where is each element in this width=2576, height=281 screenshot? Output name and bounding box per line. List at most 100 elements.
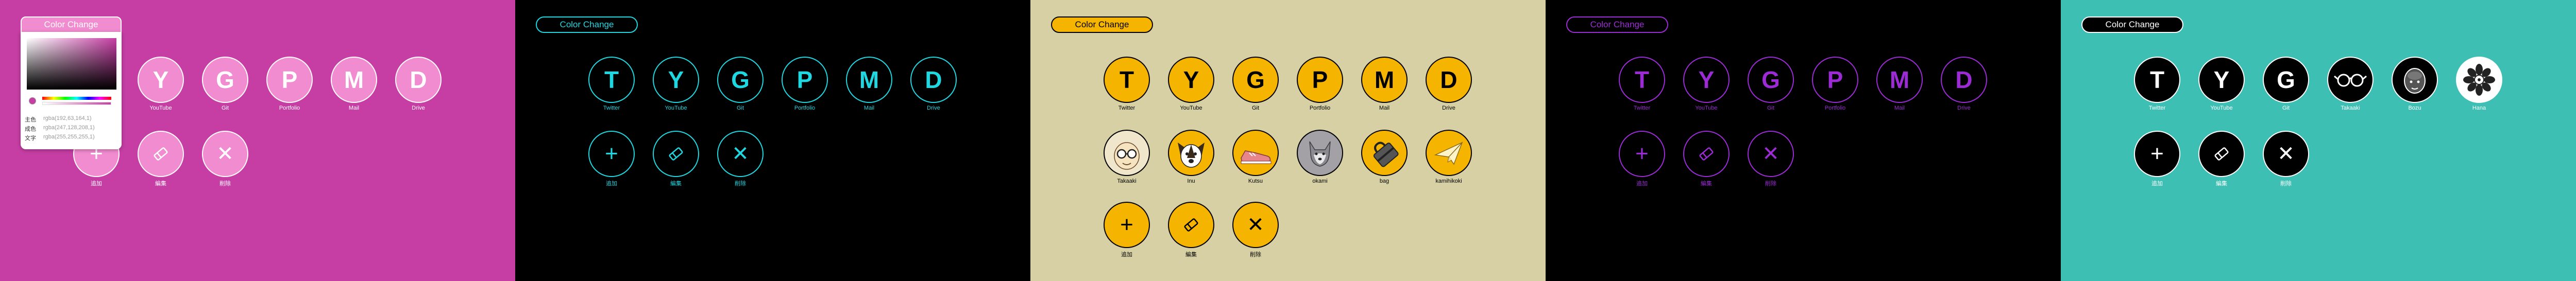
link-tile-twitter[interactable]: T Twitter bbox=[1616, 57, 1668, 111]
plus-icon: + bbox=[588, 131, 635, 177]
tile-label: Drive bbox=[927, 105, 940, 111]
edit-button[interactable]: 編集 bbox=[1165, 202, 1217, 258]
mail-letter-icon: M bbox=[1876, 57, 1923, 103]
delete-button[interactable]: ✕ 削除 bbox=[1230, 202, 1281, 258]
delete-button[interactable]: ✕ 削除 bbox=[1745, 131, 1797, 187]
color-row-text[interactable]: 文字 rgba(255,255,255,1) bbox=[25, 134, 95, 142]
link-tile-takaaki[interactable]: Takaaki bbox=[2325, 57, 2376, 111]
mail-letter-icon: M bbox=[1361, 57, 1408, 103]
link-tile-youtube[interactable]: Y YouTube bbox=[2196, 57, 2247, 111]
tile-label: Takaaki bbox=[2341, 105, 2360, 111]
git-letter-icon: G bbox=[1748, 57, 1794, 103]
color-row-sub[interactable]: 成色 rgba(247,128,208,1) bbox=[25, 125, 95, 133]
delete-button[interactable]: ✕ 削除 bbox=[2260, 131, 2312, 187]
alpha-slider[interactable] bbox=[42, 102, 111, 105]
link-tile-portfolio[interactable]: P Portfolio bbox=[779, 57, 831, 111]
link-tile-mail[interactable]: M Mail bbox=[843, 57, 895, 111]
link-tile-git[interactable]: G Git bbox=[2260, 57, 2312, 111]
link-tile-twitter[interactable]: T Twitter bbox=[2131, 57, 2183, 111]
drive-letter-icon: D bbox=[1941, 57, 1987, 103]
link-tile-twitter[interactable]: T Twitter bbox=[586, 57, 637, 111]
tile-label: Takaaki bbox=[1117, 178, 1137, 184]
edit-button[interactable]: 編集 bbox=[135, 131, 187, 187]
link-tile-git[interactable]: G Git bbox=[199, 57, 251, 111]
link-tile-portfolio[interactable]: P Portfolio bbox=[1809, 57, 1861, 111]
link-tile-inu[interactable]: Inu bbox=[1165, 130, 1217, 184]
add-button[interactable]: + 追加 bbox=[1616, 131, 1668, 187]
saturation-area[interactable] bbox=[27, 38, 116, 90]
tile-label: Git bbox=[2282, 105, 2290, 111]
theme-panel-teal-black: Color Change T Twitter Y YouTube G Git T… bbox=[2061, 0, 2576, 281]
color-change-button[interactable]: Color Change bbox=[1051, 16, 1153, 33]
portfolio-letter-icon: P bbox=[1812, 57, 1858, 103]
edit-button[interactable]: 編集 bbox=[650, 131, 702, 187]
link-tile-portfolio[interactable]: P Portfolio bbox=[264, 57, 315, 111]
tile-label: 追加 bbox=[1121, 252, 1132, 258]
link-tile-youtube[interactable]: Y YouTube bbox=[135, 57, 187, 111]
link-tile-git[interactable]: G Git bbox=[1745, 57, 1797, 111]
tile-label: Twitter bbox=[1633, 105, 1651, 111]
link-tile-hana[interactable]: Hana bbox=[2453, 57, 2505, 111]
color-change-button[interactable]: Color Change bbox=[536, 16, 638, 33]
close-icon: ✕ bbox=[1232, 202, 1279, 248]
add-button[interactable]: + 追加 bbox=[1101, 202, 1153, 258]
color-row-main[interactable]: 主色 rgba(192,63,164,1) bbox=[25, 115, 92, 124]
tile-label: Kutsu bbox=[1248, 178, 1263, 184]
git-letter-icon: G bbox=[2263, 57, 2309, 103]
eraser-icon bbox=[653, 131, 699, 177]
link-tile-mail[interactable]: M Mail bbox=[1359, 57, 1410, 111]
shoe-icon bbox=[1232, 130, 1279, 176]
link-tile-mail[interactable]: M Mail bbox=[1874, 57, 1925, 111]
tile-label: Portfolio bbox=[1309, 105, 1331, 111]
bald-head-icon bbox=[2392, 57, 2438, 103]
color-change-button[interactable]: Color Change bbox=[1566, 16, 1668, 33]
edit-button[interactable]: 編集 bbox=[2196, 131, 2247, 187]
link-tile-twitter[interactable]: T Twitter bbox=[1101, 57, 1153, 111]
mail-letter-icon: M bbox=[846, 57, 892, 103]
color-change-button[interactable]: Color Change bbox=[2081, 16, 2183, 33]
link-tile-portfolio[interactable]: P Portfolio bbox=[1294, 57, 1346, 111]
link-tile-drive[interactable]: D Drive bbox=[908, 57, 959, 111]
add-button[interactable]: + 追加 bbox=[2131, 131, 2183, 187]
eraser-icon bbox=[1683, 131, 1730, 177]
edit-button[interactable]: 編集 bbox=[1681, 131, 1732, 187]
link-tile-youtube[interactable]: Y YouTube bbox=[1165, 57, 1217, 111]
color-picker-popup[interactable]: 主色 rgba(192,63,164,1) 成色 rgba(247,128,20… bbox=[21, 32, 122, 149]
link-tile-okami[interactable]: okami bbox=[1294, 130, 1346, 184]
tile-label: kamihikoki bbox=[1435, 178, 1462, 184]
link-tile-bozu[interactable]: Bozu bbox=[2389, 57, 2441, 111]
tile-label: okami bbox=[1312, 178, 1328, 184]
tile-label: Git bbox=[736, 105, 744, 111]
link-tile-mail[interactable]: M Mail bbox=[328, 57, 380, 111]
delete-button[interactable]: ✕ 削除 bbox=[199, 131, 251, 187]
tile-label: Twitter bbox=[2148, 105, 2166, 111]
link-tile-drive[interactable]: D Drive bbox=[393, 57, 444, 111]
link-tile-takaaki[interactable]: Takaaki bbox=[1101, 130, 1153, 184]
hue-slider[interactable] bbox=[42, 97, 111, 100]
wolf-icon bbox=[1297, 130, 1343, 176]
tile-label: 編集 bbox=[1185, 252, 1197, 258]
tile-label: 編集 bbox=[155, 181, 166, 187]
link-tile-bag[interactable]: bag bbox=[1359, 130, 1410, 184]
tile-label: 追加 bbox=[1636, 181, 1648, 187]
link-tile-git[interactable]: G Git bbox=[1230, 57, 1281, 111]
twitter-letter-icon: T bbox=[2134, 57, 2180, 103]
tile-label: Portfolio bbox=[794, 105, 816, 111]
link-tile-git[interactable]: G Git bbox=[715, 57, 766, 111]
delete-button[interactable]: ✕ 削除 bbox=[715, 131, 766, 187]
link-tile-youtube[interactable]: Y YouTube bbox=[1681, 57, 1732, 111]
link-tile-kutsu[interactable]: Kutsu bbox=[1230, 130, 1281, 184]
tile-label: Mail bbox=[1894, 105, 1905, 111]
twitter-letter-icon: T bbox=[1619, 57, 1665, 103]
link-tile-drive[interactable]: D Drive bbox=[1423, 57, 1475, 111]
flower-icon bbox=[2456, 57, 2502, 103]
tile-label: Git bbox=[221, 105, 229, 111]
link-tile-drive[interactable]: D Drive bbox=[1938, 57, 1990, 111]
mail-letter-icon: M bbox=[331, 57, 377, 103]
link-tile-youtube[interactable]: Y YouTube bbox=[650, 57, 702, 111]
color-change-button[interactable]: Color Change bbox=[21, 16, 122, 33]
add-button[interactable]: + 追加 bbox=[586, 131, 637, 187]
tile-label: 削除 bbox=[735, 181, 746, 187]
link-tile-kamihikoki[interactable]: kamihikoki bbox=[1423, 130, 1475, 184]
plus-icon: + bbox=[1619, 131, 1665, 177]
